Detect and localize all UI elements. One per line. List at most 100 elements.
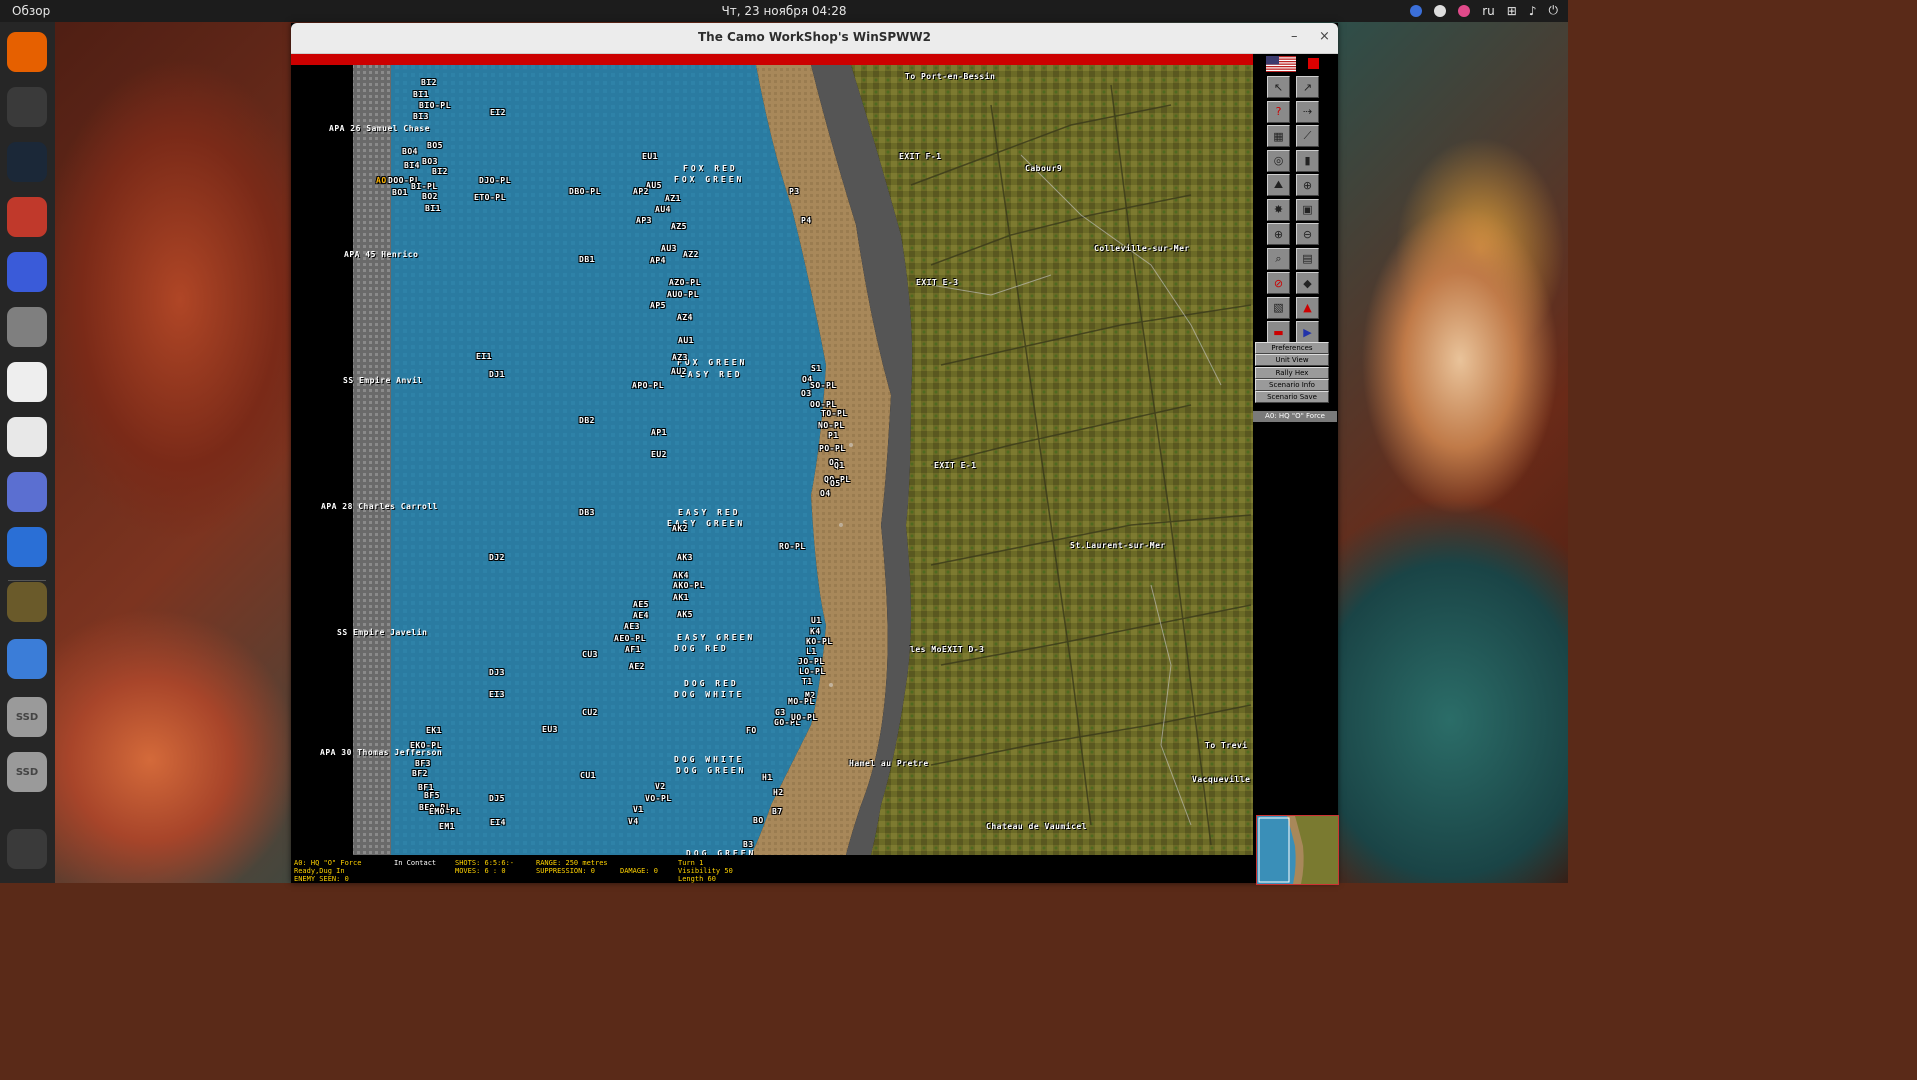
unit-marker[interactable]: B3 [743, 840, 754, 849]
menu-preferences[interactable]: Preferences [1255, 342, 1329, 354]
notes-icon[interactable]: ▤ [1296, 247, 1319, 270]
unit-marker[interactable]: AP4 [650, 256, 666, 265]
smoke-icon[interactable]: ▣ [1296, 198, 1319, 221]
libreoffice-math-icon[interactable] [7, 417, 47, 457]
radio-icon[interactable]: ▮ [1296, 149, 1319, 172]
unit-marker[interactable]: L1 [806, 647, 817, 656]
unit-marker[interactable]: P1 [828, 431, 839, 440]
unit-marker[interactable]: EU3 [542, 725, 558, 734]
move-left-icon[interactable]: ↖ [1267, 76, 1290, 98]
unit-marker[interactable]: DJ3 [489, 668, 505, 677]
signal-icon[interactable]: ⟋ [1296, 125, 1319, 147]
steam-icon[interactable] [7, 142, 47, 182]
unit-marker[interactable]: APO-PL [632, 381, 664, 390]
unit-marker[interactable]: BO2 [422, 192, 438, 201]
unit-marker[interactable]: P4 [801, 216, 812, 225]
unit-marker[interactable]: KO-PL [806, 637, 833, 646]
volume-icon[interactable]: ♪ [1529, 4, 1537, 18]
next-unit-icon[interactable]: ⇢ [1296, 100, 1319, 123]
libreoffice-writer-icon[interactable] [7, 527, 47, 567]
terminal-icon[interactable] [7, 87, 47, 127]
unit-marker[interactable]: AU3 [661, 244, 677, 253]
battle-map[interactable]: APA 26 Samuel Chase APA 45 Henrico SS Empi… [291, 65, 1253, 855]
unit-marker[interactable]: PO-PL [819, 444, 846, 453]
unit-marker[interactable]: NO-PL [818, 421, 845, 430]
unit-marker[interactable]: S1 [811, 364, 822, 373]
unit-marker[interactable]: H2 [773, 788, 784, 797]
terrain-icon[interactable]: ⛰ [1267, 174, 1290, 196]
unit-marker[interactable]: AZ3 [672, 353, 688, 362]
unit-marker[interactable]: AU2 [671, 367, 687, 376]
menu-rally-hex[interactable]: Rally Hex [1255, 366, 1329, 379]
unit-marker[interactable]: RO-PL [779, 542, 806, 551]
unit-marker[interactable]: OO-PL [810, 400, 837, 409]
unit-marker[interactable]: BO3 [422, 157, 438, 166]
hq-icon[interactable]: ⊕ [1296, 174, 1319, 196]
steam-tray-icon[interactable] [1434, 4, 1447, 17]
up-arrow-icon[interactable]: ▲ [1296, 296, 1319, 319]
zoom-out-icon[interactable]: ⊖ [1296, 223, 1319, 245]
unit-marker[interactable]: BI1 [425, 204, 441, 213]
unit-marker[interactable]: FO [746, 726, 757, 735]
unit-marker[interactable]: DJO-PL [479, 176, 511, 185]
unit-marker[interactable]: T1 [802, 677, 813, 686]
unit-marker[interactable]: UO-PL [791, 713, 818, 722]
ssd-drive-icon[interactable]: SSD [7, 697, 47, 737]
app-grid-icon[interactable] [7, 829, 47, 869]
unit-marker[interactable]: B7 [772, 807, 783, 816]
unit-marker[interactable]: EU2 [651, 450, 667, 459]
unit-marker[interactable]: TO-PL [821, 409, 848, 418]
report-icon[interactable]: ▧ [1267, 296, 1290, 319]
unit-marker[interactable]: BI4 [404, 161, 420, 170]
unit-marker[interactable]: AZ2 [683, 250, 699, 259]
unit-marker[interactable]: BF3 [415, 759, 431, 768]
unit-marker[interactable]: BO5 [427, 141, 443, 150]
unit-marker[interactable]: AK1 [673, 593, 689, 602]
status-icon[interactable] [1410, 4, 1423, 17]
save-icon[interactable]: ▬ [1267, 321, 1290, 343]
power-icon[interactable]: ⏻ [1549, 3, 1559, 18]
unit-marker[interactable]: AE3 [624, 622, 640, 631]
unit-marker[interactable]: BIO-PL [419, 101, 451, 110]
ship-label-apa28[interactable]: APA 28 Charles Carroll [321, 502, 438, 511]
unit-marker[interactable]: AK5 [677, 610, 693, 619]
menu-scenario-info[interactable]: Scenario Info [1255, 378, 1329, 391]
language-indicator[interactable]: ru [1482, 4, 1495, 18]
unit-marker[interactable]: K4 [810, 627, 821, 636]
unit-marker[interactable]: O5 [830, 479, 841, 488]
unit-marker[interactable]: AKO-PL [673, 581, 705, 590]
vehicle-icon[interactable]: ◆ [1296, 272, 1319, 294]
unit-marker[interactable]: EI3 [489, 690, 505, 699]
unit-marker[interactable]: CU3 [582, 650, 598, 659]
unit-marker[interactable]: AK2 [672, 524, 688, 533]
network-icon[interactable]: ⊞ [1507, 4, 1517, 18]
end-turn-icon[interactable]: ▶ [1296, 321, 1319, 343]
ship-label-apa26[interactable]: APA 26 Samuel Chase [329, 124, 430, 133]
krita-icon[interactable] [7, 252, 47, 292]
selected-unit[interactable]: A0: HQ "O" Force [1253, 411, 1337, 422]
unit-marker[interactable]: BO [753, 816, 764, 825]
unit-marker[interactable]: AF1 [625, 645, 641, 654]
search-icon[interactable]: ⌕ [1267, 247, 1290, 270]
unit-marker[interactable]: EKO-PL [410, 741, 442, 750]
unit-marker[interactable]: MO-PL [788, 697, 815, 706]
unit-marker[interactable]: V2 [655, 782, 666, 791]
unit-marker[interactable]: AP1 [651, 428, 667, 437]
unit-marker[interactable]: CU2 [582, 708, 598, 717]
unit-marker[interactable]: AK4 [673, 571, 689, 580]
unit-marker[interactable]: EI4 [490, 818, 506, 827]
freecad-icon[interactable] [7, 472, 47, 512]
unit-marker[interactable]: BI1 [413, 90, 429, 99]
unit-marker[interactable]: VO-PL [645, 794, 672, 803]
unit-marker[interactable]: EK1 [426, 726, 442, 735]
unit-marker[interactable]: V4 [628, 817, 639, 826]
unit-marker[interactable]: AZ1 [665, 194, 681, 203]
unit-marker[interactable]: BI3 [413, 112, 429, 121]
close-button[interactable]: × [1319, 29, 1330, 44]
unit-marker[interactable]: AE2 [629, 662, 645, 671]
unit-marker[interactable]: AZ4 [677, 313, 693, 322]
question-icon[interactable]: ? [1267, 100, 1290, 123]
unit-marker[interactable]: P3 [789, 187, 800, 196]
menu-scenario-save[interactable]: Scenario Save [1255, 391, 1329, 404]
menu-unit-view[interactable]: Unit View [1255, 354, 1329, 367]
